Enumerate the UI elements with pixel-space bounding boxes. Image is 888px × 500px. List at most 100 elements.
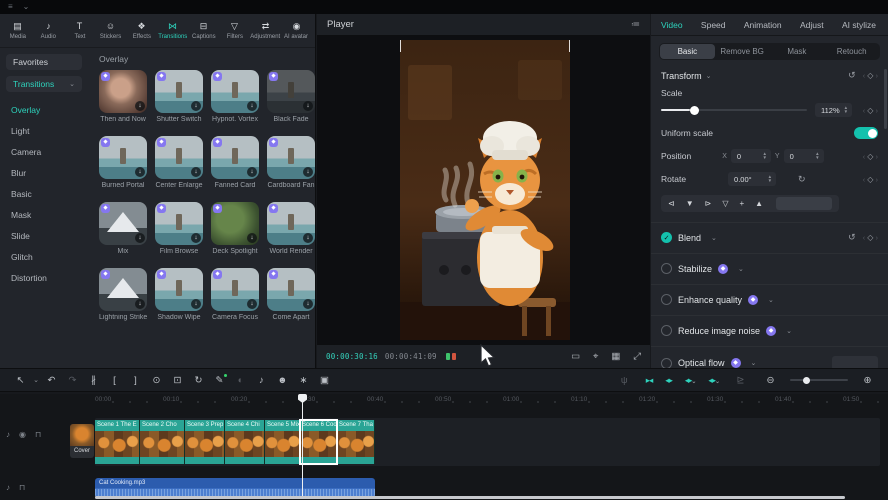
download-icon[interactable]: ↓ xyxy=(191,299,201,309)
split-icon[interactable]: ∦ xyxy=(83,375,104,386)
transition-thumbnail[interactable]: ◆↓ xyxy=(267,70,315,113)
position-y-stepper[interactable]: ▲▼ xyxy=(815,152,819,160)
timeline-clip[interactable]: Scene 5 Mix xyxy=(265,420,300,464)
record-screen-icon[interactable]: ▣ xyxy=(314,375,335,386)
reset-icon[interactable]: ↺ xyxy=(848,232,856,243)
transition-thumbnail[interactable]: ◆↓ xyxy=(267,268,315,311)
transition-thumbnail[interactable]: ◆↓ xyxy=(267,202,315,245)
transition-thumbnail[interactable]: ◆↓ xyxy=(211,70,259,113)
lock-audio-icon[interactable]: ⊓ xyxy=(19,483,25,492)
smart-tools-icon[interactable]: ◂▸⌄ xyxy=(706,375,721,386)
preview-window-icon[interactable]: ⊵ xyxy=(730,375,751,386)
transition-thumbnail[interactable]: ◆↓ xyxy=(211,202,259,245)
rotate-clip-icon[interactable]: ↻ xyxy=(188,375,209,386)
sidebar-item-glitch[interactable]: Glitch xyxy=(0,247,88,268)
timeline-zoom-slider[interactable] xyxy=(790,379,848,381)
timeline-clip[interactable]: Scene 4 Chi xyxy=(225,420,265,464)
download-icon[interactable]: ↓ xyxy=(191,167,201,177)
transition-thumbnail[interactable]: ◆↓ xyxy=(155,268,203,311)
transition-thumbnail[interactable]: ◆↓ xyxy=(155,70,203,113)
download-icon[interactable]: ↓ xyxy=(191,233,201,243)
chevron-down-icon[interactable]: ⌄ xyxy=(31,376,41,384)
sidebar-item-slide[interactable]: Slide xyxy=(0,226,88,247)
player-menu-icon[interactable]: ≔ xyxy=(631,19,640,30)
checkbox-reduce-image-noise[interactable] xyxy=(661,325,672,336)
transition-thumbnail[interactable]: ◆↓ xyxy=(211,136,259,179)
mirror-icon[interactable]: ⊳ xyxy=(705,199,712,208)
download-icon[interactable]: ↓ xyxy=(135,101,145,111)
subtab-retouch[interactable]: Retouch xyxy=(824,44,879,59)
transition-item[interactable]: ◆↓World Render xyxy=(267,202,315,255)
trim-right-icon[interactable]: ] xyxy=(125,375,146,386)
transition-item[interactable]: ◆↓Camera Focus xyxy=(211,268,259,321)
media-tab-captions[interactable]: ⊟Captions xyxy=(188,21,219,40)
keyframe-icon[interactable]: ‹ ◇ › xyxy=(863,71,878,80)
flip-horizontal-icon[interactable]: ⊲ xyxy=(668,199,675,208)
transition-item[interactable]: ◆↓Shadow Wipe xyxy=(155,268,203,321)
transition-thumbnail[interactable]: ◆↓ xyxy=(155,136,203,179)
download-icon[interactable]: ↓ xyxy=(303,233,313,243)
grid-icon[interactable]: ▦ xyxy=(611,351,620,362)
blend-checkbox[interactable]: ✓ xyxy=(661,232,672,243)
inspector-scrollbar[interactable] xyxy=(884,69,887,129)
transition-thumbnail[interactable]: ◆↓ xyxy=(99,136,147,179)
download-icon[interactable]: ↓ xyxy=(135,233,145,243)
transition-item[interactable]: ◆↓Then and Now xyxy=(99,70,147,123)
sidebar-item-basic[interactable]: Basic xyxy=(0,184,88,205)
timeline[interactable]: 00:0000:1000:2000:3000:4000:5001:0001:10… xyxy=(0,394,888,500)
align-icon[interactable]: ▲ xyxy=(755,199,763,208)
sidebar-item-blur[interactable]: Blur xyxy=(0,163,88,184)
position-keyframe-icon[interactable]: ‹ ◇ › xyxy=(863,152,878,161)
lock-track-icon[interactable]: ⊓ xyxy=(35,430,41,439)
scale-value-box[interactable]: 112% ▲▼ xyxy=(815,103,852,117)
transition-item[interactable]: ◆↓Burned Portal xyxy=(99,136,147,189)
transition-thumbnail[interactable]: ◆↓ xyxy=(99,202,147,245)
preview-area[interactable] xyxy=(317,36,650,344)
checkbox-stabilize[interactable] xyxy=(661,263,672,274)
transition-item[interactable]: ◆↓Fanned Card xyxy=(211,136,259,189)
rotate-left-icon[interactable]: ▽ xyxy=(722,199,728,208)
extract-person-icon[interactable]: ☻ xyxy=(272,375,293,386)
scale-keyframe-icon[interactable]: ‹ ◇ › xyxy=(863,106,878,115)
media-tab-transitions[interactable]: ⋈Transitions xyxy=(157,21,188,40)
media-tab-filters[interactable]: ▽Filters xyxy=(219,21,250,40)
mask-icon[interactable]: ◐ xyxy=(230,375,251,386)
transition-item[interactable]: ◆↓Film Browse xyxy=(155,202,203,255)
transition-item[interactable]: ◆↓Lightning Strike xyxy=(99,268,147,321)
keyframe-pen-icon[interactable]: ✎ xyxy=(209,375,230,386)
tab-animation[interactable]: Animation xyxy=(744,20,782,30)
playhead[interactable] xyxy=(302,394,303,496)
redo-icon[interactable]: ↷ xyxy=(62,375,83,386)
rotate-field[interactable]: 0.00° ▲▼ xyxy=(728,172,776,186)
transition-item[interactable]: ◆↓Cardboard Fan xyxy=(267,136,315,189)
download-icon[interactable]: ↓ xyxy=(303,167,313,177)
download-icon[interactable]: ↓ xyxy=(303,299,313,309)
transition-thumbnail[interactable]: ◆↓ xyxy=(155,202,203,245)
sidebar-item-camera[interactable]: Camera xyxy=(0,142,88,163)
transition-item[interactable]: ◆↓Black Fade xyxy=(267,70,315,123)
rotate-keyframe-icon[interactable]: ‹ ◇ › xyxy=(863,175,878,184)
media-tab-adjustment[interactable]: ⇄Adjustment xyxy=(250,21,281,40)
timeline-clip[interactable]: Scene 3 Prep xyxy=(185,420,225,464)
checkbox-optical-flow[interactable] xyxy=(661,358,672,369)
audio-clip[interactable]: Cat Cooking.mp3 xyxy=(95,478,375,498)
favorites-button[interactable]: Favorites xyxy=(6,54,82,70)
cover-button[interactable]: Cover xyxy=(70,424,94,458)
scale-stepper[interactable]: ▲▼ xyxy=(844,106,848,114)
transition-item[interactable]: ◆↓Hypnot. Vortex xyxy=(211,70,259,123)
transition-item[interactable]: ◆↓Center Enlarge xyxy=(155,136,203,189)
subtab-basic[interactable]: Basic xyxy=(660,44,715,59)
chevron-down-icon[interactable]: ⌄ xyxy=(711,234,717,242)
download-icon[interactable]: ↓ xyxy=(191,101,201,111)
transition-item[interactable]: ◆↓Mix xyxy=(99,202,147,255)
download-icon[interactable]: ↓ xyxy=(303,101,313,111)
media-tab-text[interactable]: TText xyxy=(64,21,95,40)
position-y-field[interactable]: 0 ▲▼ xyxy=(784,149,824,163)
transition-thumbnail[interactable]: ◆↓ xyxy=(99,70,147,113)
crop-icon[interactable]: ⊡ xyxy=(167,375,188,386)
rotate-dial-icon[interactable]: ↻ xyxy=(798,174,806,185)
rotate-stepper[interactable]: ▲▼ xyxy=(768,175,772,183)
chevron-down-icon[interactable]: ⌄ xyxy=(786,327,792,335)
media-tab-stickers[interactable]: ☺Stickers xyxy=(95,21,126,40)
link-clips-icon[interactable]: ◂▸ xyxy=(663,375,674,386)
